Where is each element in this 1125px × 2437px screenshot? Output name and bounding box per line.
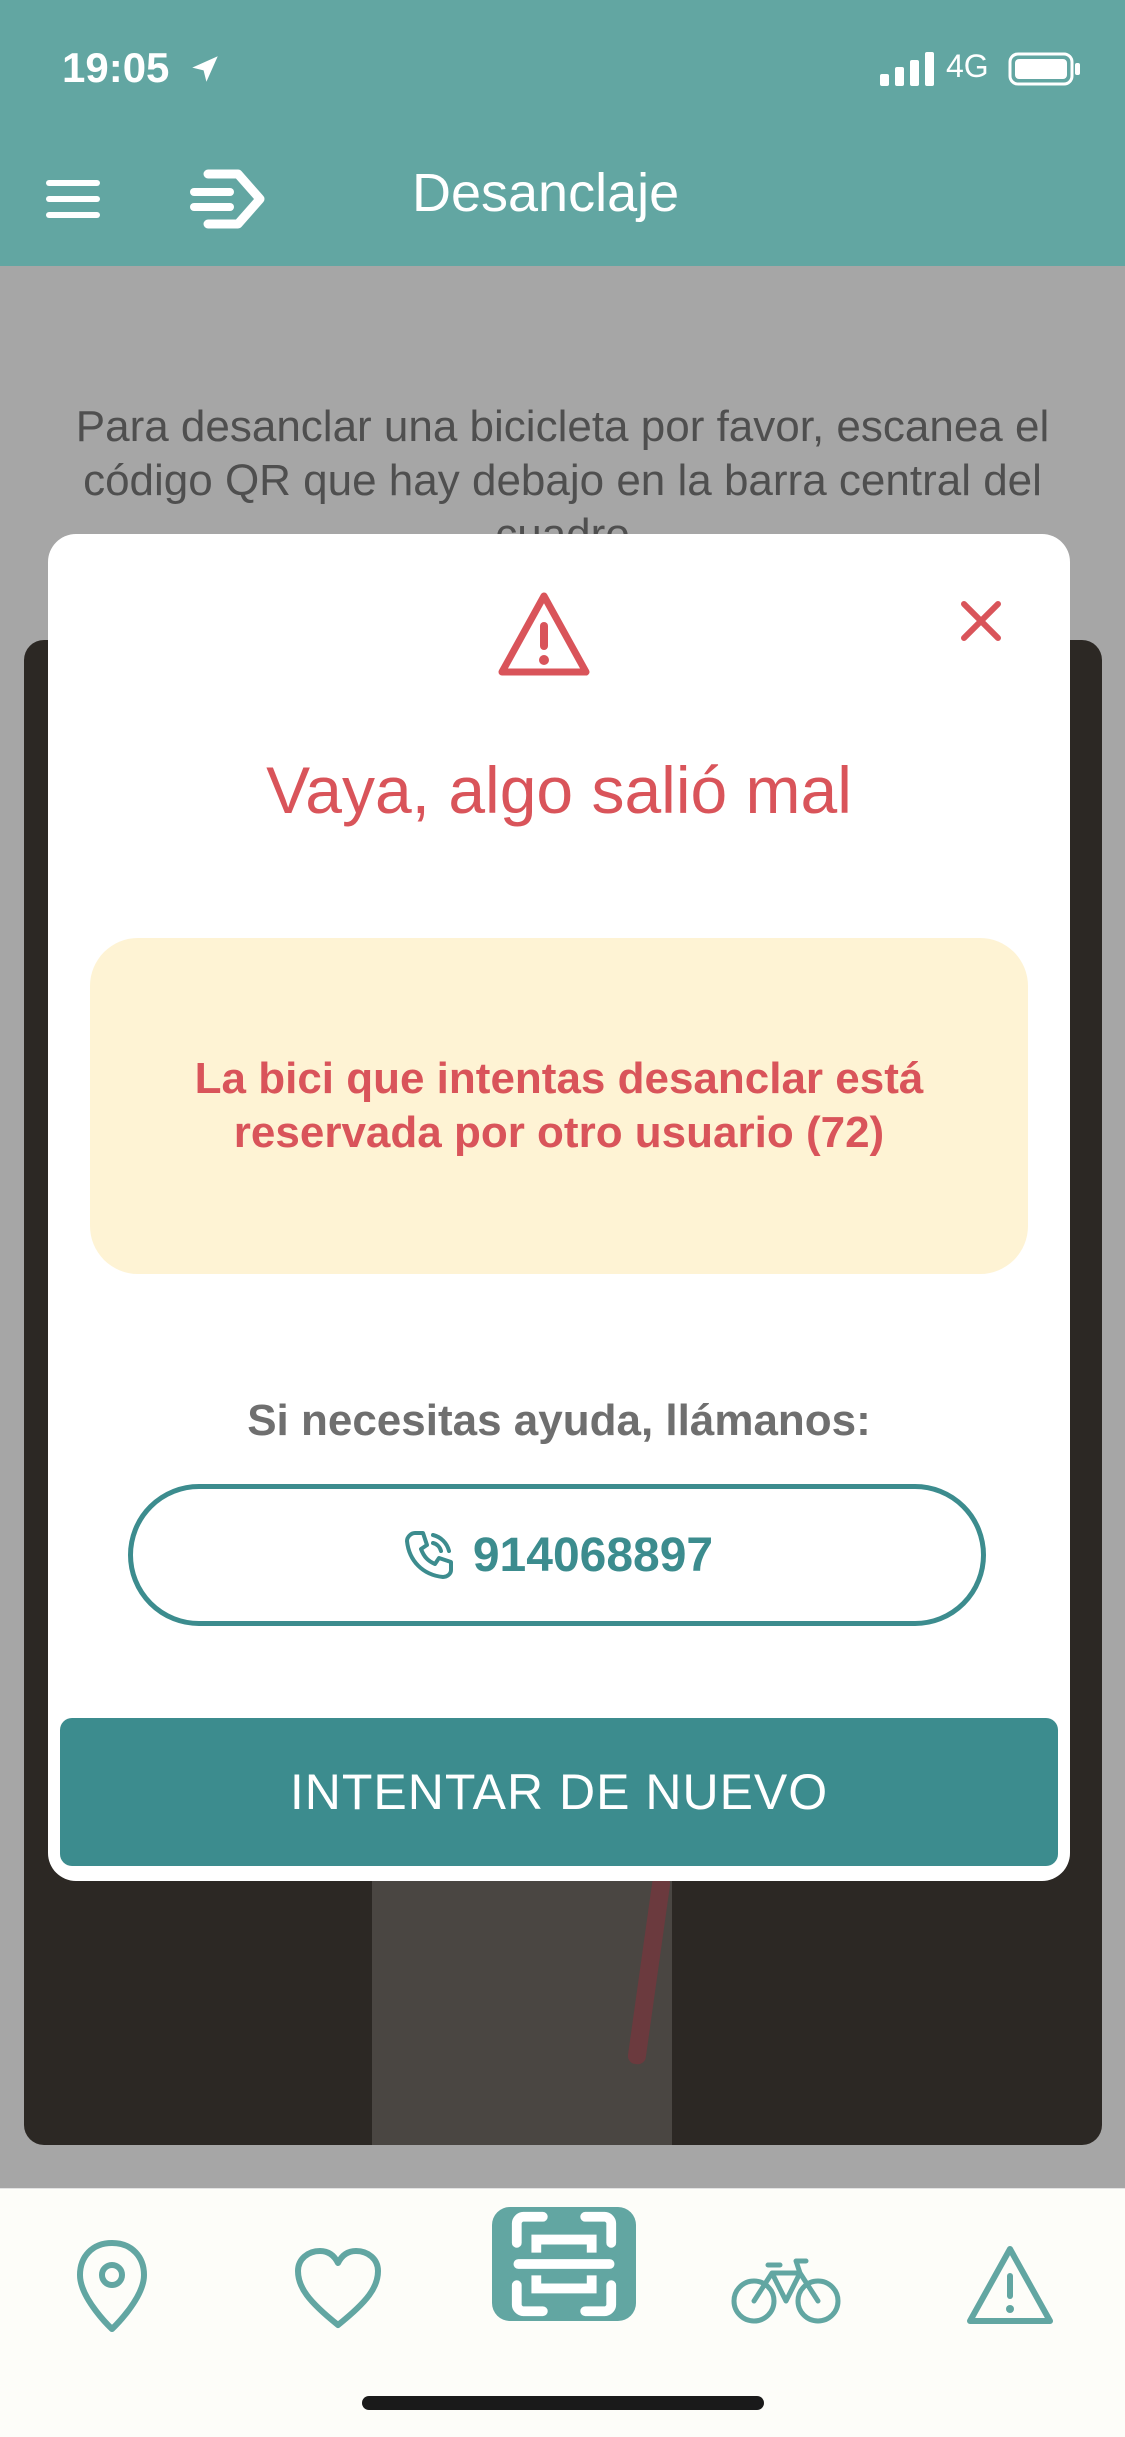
- phone-call-icon: [404, 1531, 453, 1579]
- signal-icon: [880, 52, 934, 86]
- battery-icon: [1008, 52, 1080, 86]
- warning-icon: [967, 2246, 1053, 2324]
- tab-scan[interactable]: [492, 2207, 636, 2321]
- error-message: La bici que intentas desanclar está rese…: [194, 1054, 924, 1157]
- error-message-box: La bici que intentas desanclar está rese…: [90, 938, 1028, 1274]
- retry-button-label: INTENTAR DE NUEVO: [289, 1764, 829, 1820]
- menu-icon[interactable]: [44, 170, 102, 228]
- tab-favorites[interactable]: [278, 2229, 398, 2349]
- retry-button[interactable]: INTENTAR DE NUEVO: [60, 1718, 1058, 1866]
- home-indicator: [362, 2396, 764, 2410]
- map-pin-icon: [77, 2240, 147, 2332]
- phone-number: 914068897: [472, 1528, 714, 1582]
- modal-title: Vaya, algo salió mal: [266, 753, 852, 827]
- tab-bikes[interactable]: [726, 2229, 846, 2349]
- error-modal: Vaya, algo salió mal La bici que intenta…: [48, 534, 1070, 1881]
- network-type: 4G: [946, 48, 989, 84]
- call-support-button[interactable]: 914068897: [128, 1484, 986, 1626]
- status-bar: 19:05 4G: [0, 0, 1125, 130]
- tab-map[interactable]: [52, 2229, 172, 2349]
- warning-icon: [498, 592, 590, 676]
- heart-icon: [295, 2248, 381, 2328]
- location-arrow-icon: [192, 56, 218, 82]
- status-time: 19:05: [62, 44, 170, 91]
- tab-incidents[interactable]: [950, 2229, 1070, 2349]
- app-logo-icon: [190, 169, 265, 229]
- page-title: Desanclaje: [412, 163, 680, 223]
- qr-scan-icon: [511, 2211, 617, 2317]
- close-icon[interactable]: [956, 596, 1006, 646]
- help-text: Si necesitas ayuda, llámanos:: [247, 1396, 871, 1445]
- top-bar: 19:05 4G Desanclaje: [0, 0, 1125, 266]
- bike-icon: [731, 2258, 841, 2324]
